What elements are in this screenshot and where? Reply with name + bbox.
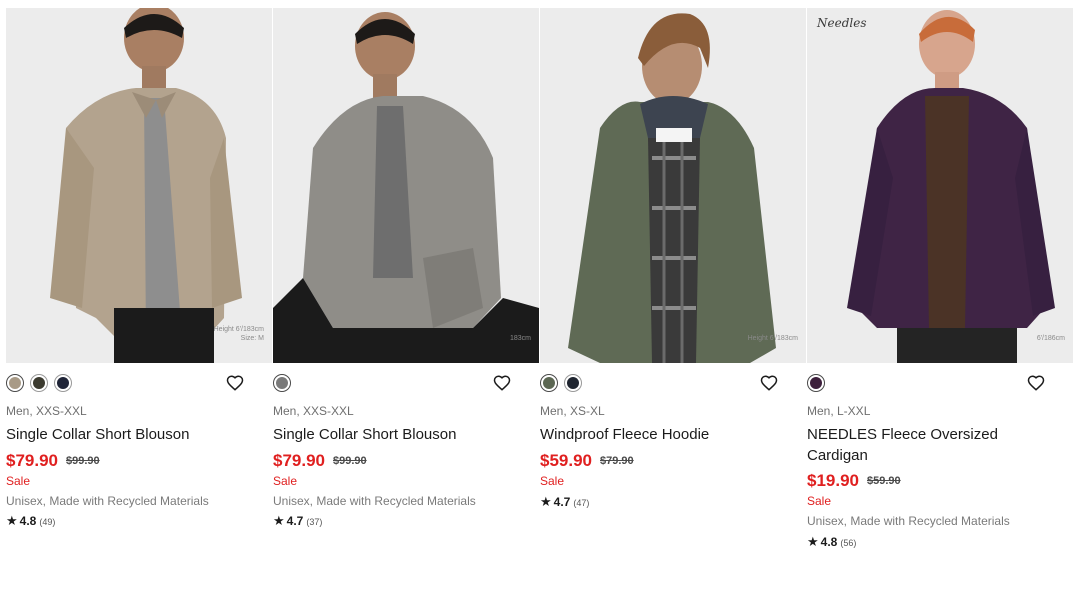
original-price: $59.90	[867, 475, 901, 487]
gender-size: Men, XS-XL	[540, 404, 605, 418]
product-card[interactable]: Height 6'/183cm Size: M Men, XXS-XXL Sing…	[6, 8, 272, 528]
product-name[interactable]: Windproof Fleece Hoodie	[540, 424, 770, 445]
sale-price: $59.90	[540, 451, 592, 470]
model-info: Height 6'/183cm Size: M	[213, 326, 264, 342]
sale-price: $79.90	[6, 451, 58, 470]
product-card[interactable]: Needles 6'/186cm Men, L-XXL NEEDLES Flee…	[807, 8, 1073, 549]
product-image[interactable]: Height 6'/183cm	[540, 8, 806, 363]
review-count: (49)	[39, 517, 56, 527]
favorite-heart-icon[interactable]	[226, 374, 244, 392]
gender-size: Men, XXS-XXL	[273, 404, 354, 418]
product-card[interactable]: 183cm Men, XXS-XXL Single Collar Short B…	[273, 8, 539, 528]
star-icon: ★	[273, 513, 285, 528]
product-image[interactable]: Height 6'/183cm Size: M	[6, 8, 272, 363]
favorite-heart-icon[interactable]	[493, 374, 511, 392]
rating-score: 4.7	[553, 495, 571, 509]
price-row: $79.90 $99.90	[6, 451, 100, 471]
rating-score: 4.8	[19, 514, 37, 528]
product-photo-jacket-gray-check	[273, 8, 539, 363]
product-name[interactable]: NEEDLES Fleece Oversized Cardigan	[807, 424, 1037, 466]
original-price: $99.90	[66, 455, 100, 467]
price-row: $79.90 $99.90	[273, 451, 367, 471]
favorite-heart-icon[interactable]	[760, 374, 778, 392]
original-price: $79.90	[600, 455, 634, 467]
rating: ★ 4.7 (47)	[540, 494, 589, 510]
favorite-heart-icon[interactable]	[1027, 374, 1045, 392]
color-swatch[interactable]	[807, 374, 825, 392]
sale-label: Sale	[540, 474, 565, 488]
product-grid: Height 6'/183cm Size: M Men, XXS-XXL Sing…	[6, 8, 1074, 568]
price-row: $19.90 $59.90	[807, 471, 901, 491]
model-info: 183cm	[509, 335, 531, 342]
color-swatches	[6, 372, 272, 394]
brand-logo: Needles	[817, 16, 867, 30]
review-count: (37)	[306, 517, 323, 527]
sale-label: Sale	[273, 474, 298, 488]
model-info: Height 6'/183cm	[747, 335, 798, 342]
product-name[interactable]: Single Collar Short Blouson	[6, 424, 236, 445]
rating: ★ 4.7 (37)	[273, 513, 322, 529]
sale-label: Sale	[807, 494, 832, 508]
product-photo-hoodie-green	[540, 8, 806, 363]
rating-score: 4.8	[820, 535, 838, 549]
sale-price: $19.90	[807, 471, 859, 490]
product-photo-jacket-beige	[6, 8, 272, 363]
price-row: $59.90 $79.90	[540, 451, 634, 471]
gender-size: Men, L-XXL	[807, 404, 871, 418]
color-swatches	[273, 372, 539, 394]
review-count: (47)	[573, 498, 590, 508]
rating: ★ 4.8 (56)	[807, 534, 856, 550]
product-description: Unisex, Made with Recycled Materials	[6, 494, 209, 508]
sale-price: $79.90	[273, 451, 325, 470]
star-icon: ★	[6, 513, 18, 528]
rating: ★ 4.8 (49)	[6, 513, 55, 529]
product-description: Unisex, Made with Recycled Materials	[273, 494, 476, 508]
color-swatch[interactable]	[6, 374, 24, 392]
star-icon: ★	[540, 494, 552, 509]
product-card[interactable]: Height 6'/183cm Men, XS-XL Windproof Fle…	[540, 8, 806, 509]
product-image[interactable]: 183cm	[273, 8, 539, 363]
color-swatch[interactable]	[273, 374, 291, 392]
product-image[interactable]: Needles 6'/186cm	[807, 8, 1073, 363]
rating-score: 4.7	[286, 514, 304, 528]
sale-label: Sale	[6, 474, 31, 488]
color-swatch[interactable]	[30, 374, 48, 392]
model-info: 6'/186cm	[1036, 335, 1065, 342]
color-swatch[interactable]	[564, 374, 582, 392]
original-price: $99.90	[333, 455, 367, 467]
review-count: (56)	[840, 538, 857, 548]
color-swatches	[540, 372, 806, 394]
product-name[interactable]: Single Collar Short Blouson	[273, 424, 503, 445]
color-swatch[interactable]	[54, 374, 72, 392]
color-swatches	[807, 372, 1073, 394]
product-photo-cardigan-purple	[807, 8, 1073, 363]
gender-size: Men, XXS-XXL	[6, 404, 87, 418]
star-icon: ★	[807, 534, 819, 549]
product-description: Unisex, Made with Recycled Materials	[807, 514, 1010, 528]
color-swatch[interactable]	[540, 374, 558, 392]
